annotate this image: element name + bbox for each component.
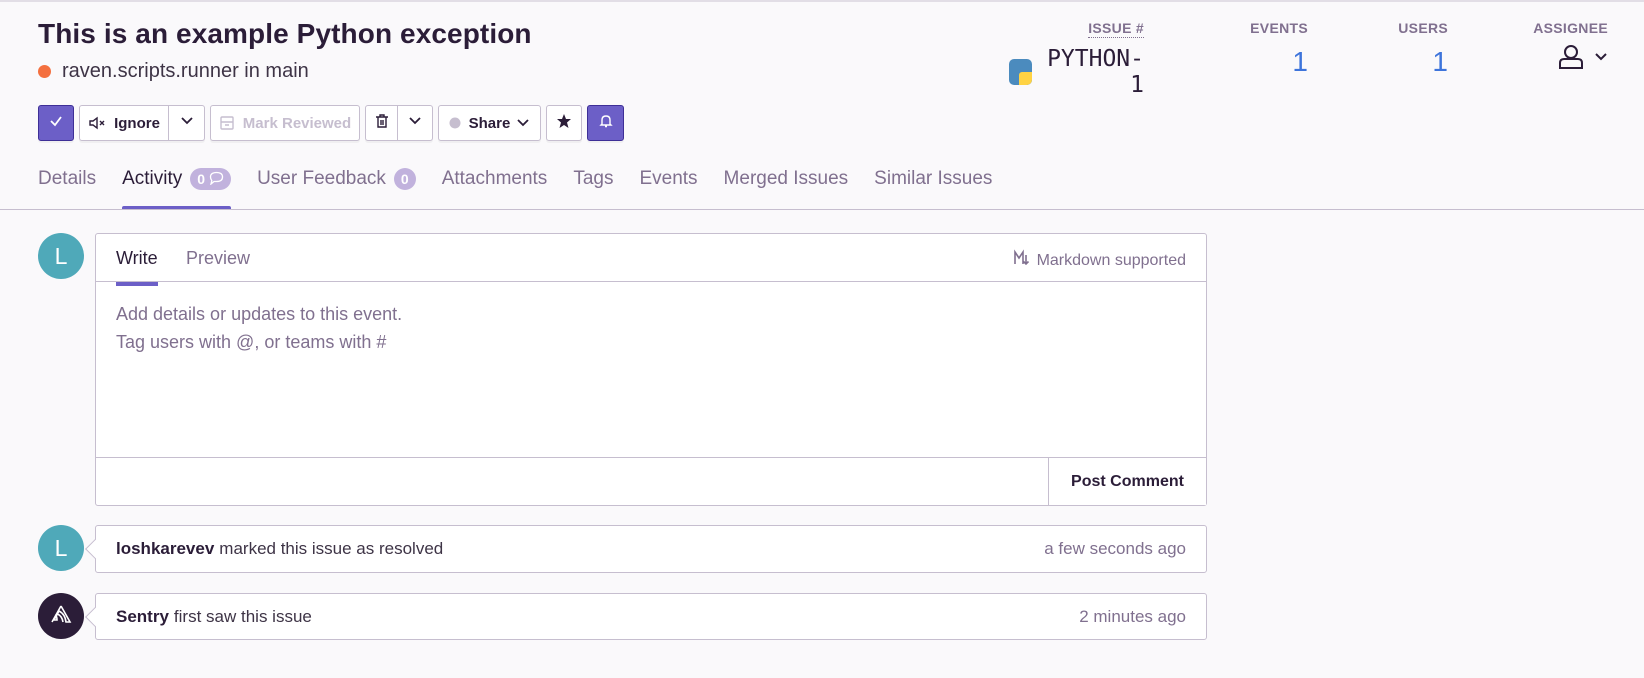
python-icon [1009, 59, 1033, 85]
tab-activity[interactable]: Activity 0 [122, 160, 232, 210]
note-caret [85, 539, 105, 559]
chevron-down-icon [408, 114, 422, 132]
stat-events-label: EVENTS [1250, 20, 1308, 36]
delete-button[interactable] [365, 105, 398, 141]
share-status-dot [449, 117, 461, 129]
activity-count-badge: 0 [190, 168, 232, 190]
share-button[interactable]: Share [438, 105, 541, 141]
tab-merged-issues[interactable]: Merged Issues [724, 160, 849, 210]
comment-icon [209, 171, 224, 188]
ignore-group: Ignore [79, 105, 205, 141]
tab-label: Activity [122, 168, 183, 189]
activity-item: Sentry first saw this issue 2 minutes ag… [85, 593, 1207, 640]
avatar: L [38, 233, 84, 279]
note-caret [85, 607, 105, 627]
stat-issue-number: ISSUE # PYTHON-1 [1009, 20, 1144, 98]
stat-users: USERS 1 [1398, 20, 1448, 78]
subscribe-button[interactable] [587, 105, 624, 141]
tabs-divider [0, 209, 1644, 210]
check-icon [48, 113, 64, 133]
ignore-dropdown-button[interactable] [169, 105, 205, 141]
editor-tabs: Write Preview Markdown supported [96, 234, 1206, 286]
issue-tabs: Details Activity 0 User Feedback 0 Attac… [38, 160, 992, 210]
tab-attachments[interactable]: Attachments [442, 160, 548, 210]
short-id-text: PYTHON-1 [1047, 46, 1144, 98]
mark-reviewed-label: Mark Reviewed [242, 114, 352, 132]
tab-label: Attachments [441, 168, 548, 189]
stat-events: EVENTS 1 [1250, 20, 1308, 78]
events-count-link[interactable]: 1 [1250, 46, 1308, 78]
tab-label: Tags [573, 168, 614, 189]
activity-time: 2 minutes ago [1079, 606, 1186, 626]
comment-editor: Write Preview Markdown supported Post Co… [95, 233, 1207, 506]
issue-culprit: raven.scripts.runner in main [38, 60, 309, 83]
sentry-logo-icon [50, 603, 72, 630]
tab-label: Merged Issues [723, 168, 849, 189]
bell-icon [598, 113, 614, 133]
tab-similar-issues[interactable]: Similar Issues [874, 160, 992, 210]
issue-title: This is an example Python exception [38, 18, 532, 49]
mute-icon [88, 116, 106, 130]
chevron-down-icon [1594, 50, 1608, 69]
tab-label: Details [38, 168, 97, 189]
comment-textarea[interactable] [96, 282, 1206, 457]
markdown-label: Markdown supported [1036, 251, 1186, 269]
badge-count: 0 [197, 171, 206, 187]
tab-details[interactable]: Details [38, 160, 96, 210]
share-label: Share [468, 114, 511, 132]
delete-group [365, 105, 433, 141]
delete-dropdown-button[interactable] [398, 105, 433, 141]
trash-icon [374, 113, 390, 133]
tab-label: User Feedback [257, 168, 386, 189]
issue-header: This is an example Python exception rave… [0, 0, 1644, 210]
ignore-label: Ignore [114, 114, 160, 132]
tab-label: Similar Issues [874, 168, 993, 189]
chevron-down-icon [516, 116, 530, 130]
markdown-supported[interactable]: Markdown supported [1013, 249, 1186, 272]
tab-label: Events [639, 168, 698, 189]
activity-author: Sentry [116, 606, 169, 626]
activity-text: marked this issue as resolved [219, 539, 444, 558]
action-toolbar: Ignore Mark Reviewed Share [38, 105, 624, 141]
feedback-count-badge: 0 [393, 168, 416, 190]
stat-assignee: ASSIGNEE [1533, 20, 1608, 75]
stat-issue-label: ISSUE # [1088, 20, 1144, 38]
assignee-selector[interactable] [1533, 44, 1608, 75]
tab-events[interactable]: Events [639, 160, 697, 210]
resolve-button[interactable] [38, 105, 74, 141]
tab-preview[interactable]: Preview [186, 248, 250, 269]
activity-text: first saw this issue [173, 606, 312, 626]
chevron-down-icon [180, 114, 194, 132]
mark-reviewed-button[interactable]: Mark Reviewed [210, 105, 360, 141]
user-icon [1558, 44, 1584, 75]
activity-time: a few seconds ago [1044, 539, 1186, 558]
editor-footer: Post Comment [96, 457, 1206, 505]
star-icon [556, 113, 572, 133]
sentry-avatar [38, 593, 84, 639]
tab-tags[interactable]: Tags [573, 160, 613, 210]
users-count-link[interactable]: 1 [1398, 46, 1448, 78]
tab-user-feedback[interactable]: User Feedback 0 [257, 160, 416, 210]
level-error-dot [38, 65, 51, 78]
bookmark-button[interactable] [546, 105, 582, 141]
avatar: L [38, 525, 84, 571]
short-id[interactable]: PYTHON-1 [1009, 46, 1144, 98]
post-comment-button[interactable]: Post Comment [1048, 458, 1206, 505]
stat-users-label: USERS [1398, 20, 1448, 36]
markdown-icon [1013, 249, 1031, 272]
activity-author: loshkarevev [116, 539, 215, 558]
tab-write[interactable]: Write [116, 248, 158, 286]
activity-item: loshkarevev marked this issue as resolve… [85, 525, 1207, 573]
stat-assignee-label: ASSIGNEE [1533, 20, 1608, 36]
archive-icon [219, 115, 235, 131]
ignore-button[interactable]: Ignore [79, 105, 169, 141]
culprit-text: raven.scripts.runner in main [62, 60, 309, 82]
